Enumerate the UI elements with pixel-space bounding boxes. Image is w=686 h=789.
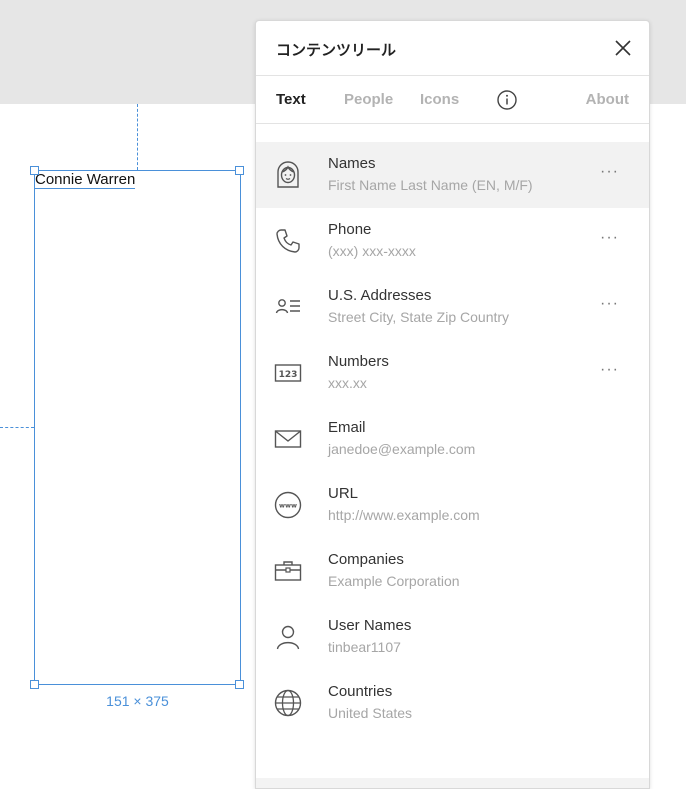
item-example: janedoe@example.com xyxy=(328,441,476,457)
tab-bar: Text People Icons About xyxy=(256,76,649,124)
horizontal-guide xyxy=(0,427,34,428)
item-example: http://www.example.com xyxy=(328,507,480,523)
item-name: User Names xyxy=(328,617,412,634)
globe-icon xyxy=(274,689,302,717)
panel-header: コンテンツリール xyxy=(256,21,649,76)
tab-text[interactable]: Text xyxy=(276,91,306,108)
item-name: Countries xyxy=(328,683,393,700)
more-options-button[interactable]: ··· xyxy=(600,295,619,313)
list-item-names[interactable]: Names First Name Last Name (EN, M/F) ··· xyxy=(256,142,649,208)
item-name: Numbers xyxy=(328,353,389,370)
resize-handle-top-left[interactable] xyxy=(30,166,39,175)
email-icon xyxy=(274,430,302,448)
phone-icon xyxy=(276,229,300,253)
list-item-companies[interactable]: Companies Example Corporation xyxy=(256,538,649,604)
tab-icons[interactable]: Icons xyxy=(420,91,459,108)
more-options-button[interactable]: ··· xyxy=(600,361,619,379)
item-example: tinbear1107 xyxy=(328,639,401,655)
item-name: Companies xyxy=(328,551,404,568)
item-name: U.S. Addresses xyxy=(328,287,432,304)
selected-text-frame[interactable] xyxy=(34,170,241,685)
tab-about[interactable]: About xyxy=(586,91,629,108)
panel-footer xyxy=(256,778,649,788)
numbers-icon-label: 123 xyxy=(279,370,298,380)
frame-text-value: Connie Warren xyxy=(35,171,136,189)
info-button[interactable] xyxy=(496,89,518,111)
item-example: Street City, State Zip Country xyxy=(328,309,510,325)
list-item-phone[interactable]: Phone (xxx) xxx-xxxx ··· xyxy=(256,208,649,274)
close-button[interactable] xyxy=(613,38,633,58)
list-item-numbers[interactable]: 123 Numbers xxx.xx ··· xyxy=(256,340,649,406)
resize-handle-bottom-right[interactable] xyxy=(235,680,244,689)
resize-handle-bottom-left[interactable] xyxy=(30,680,39,689)
item-example: First Name Last Name (EN, M/F) xyxy=(328,177,533,193)
list-item-countries[interactable]: Countries United States xyxy=(256,670,649,736)
vertical-guide xyxy=(137,104,138,170)
more-options-button[interactable]: ··· xyxy=(600,229,619,247)
tab-people[interactable]: People xyxy=(344,91,393,108)
resize-handle-top-right[interactable] xyxy=(235,166,244,175)
url-icon-label: www xyxy=(279,501,297,509)
frame-dimensions: 151 × 375 xyxy=(106,693,169,709)
item-name: Phone xyxy=(328,221,372,238)
item-example: xxx.xx xyxy=(328,375,367,391)
item-example: Example Corporation xyxy=(328,573,460,589)
user-icon xyxy=(276,625,300,650)
item-example: United States xyxy=(328,705,413,721)
briefcase-icon xyxy=(274,561,302,581)
face-icon xyxy=(277,161,299,188)
item-name: Email xyxy=(328,419,366,436)
panel-title: コンテンツリール xyxy=(276,42,397,59)
frame-text[interactable]: Connie Warren xyxy=(35,171,136,189)
list-item-user-names[interactable]: User Names tinbear1107 xyxy=(256,604,649,670)
list-item-email[interactable]: Email janedoe@example.com xyxy=(256,406,649,472)
list-item-us-addresses[interactable]: U.S. Addresses Street City, State Zip Co… xyxy=(256,274,649,340)
item-name: Names xyxy=(328,155,376,172)
item-name: URL xyxy=(328,485,359,502)
address-icon xyxy=(275,299,300,314)
close-icon xyxy=(615,40,631,56)
content-list: Names First Name Last Name (EN, M/F) ···… xyxy=(256,142,649,736)
item-example: (xxx) xxx-xxxx xyxy=(328,243,416,259)
url-icon: www xyxy=(274,491,302,519)
more-options-button[interactable]: ··· xyxy=(600,163,619,181)
numbers-icon: 123 xyxy=(274,364,302,382)
content-reel-panel: コンテンツリール Text People Icons About Names F… xyxy=(255,20,650,789)
info-icon xyxy=(497,90,517,110)
list-item-url[interactable]: www URL http://www.example.com xyxy=(256,472,649,538)
